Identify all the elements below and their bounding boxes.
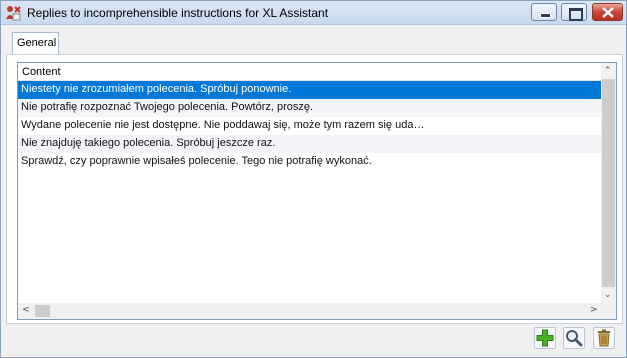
title-bar[interactable]: Replies to incomprehensible instructions… [1, 1, 626, 25]
list-item[interactable]: Wydane polecenie nie jest dostępne. Nie … [18, 117, 601, 135]
app-icon [4, 4, 22, 22]
maximize-button[interactable] [561, 3, 587, 21]
scrollbar-corner [601, 303, 616, 319]
horizontal-scroll-thumb[interactable] [35, 305, 50, 317]
dialog-window: Replies to incomprehensible instructions… [0, 0, 627, 358]
content-list[interactable]: Content Niestety nie zrozumiałem polecen… [17, 62, 617, 320]
view-button[interactable] [563, 327, 585, 349]
tab-general[interactable]: General [12, 32, 59, 55]
minimize-button[interactable] [531, 3, 557, 21]
list-rows: Niestety nie zrozumiałem polecenia. Spró… [18, 81, 601, 171]
vertical-scroll-thumb[interactable] [602, 79, 615, 287]
horizontal-scrollbar[interactable]: < > [18, 303, 601, 319]
add-button[interactable] [534, 327, 556, 349]
list-item[interactable]: Sprawdź, czy poprawnie wpisałeś poleceni… [18, 153, 601, 171]
close-icon [602, 7, 614, 18]
scroll-right-icon[interactable]: > [590, 306, 598, 315]
scroll-up-icon[interactable]: ⌃ [604, 67, 612, 76]
list-item[interactable]: Nie znajduję takiego polecenia. Spróbuj … [18, 135, 601, 153]
delete-button[interactable] [593, 327, 615, 349]
trash-icon [598, 329, 610, 347]
column-header-content[interactable]: Content [18, 63, 601, 81]
plus-icon [536, 329, 554, 347]
vertical-scrollbar[interactable]: ⌃ ⌄ [601, 63, 616, 303]
list-item[interactable]: Niestety nie zrozumiałem polecenia. Spró… [18, 81, 601, 99]
window-title: Replies to incomprehensible instructions… [27, 6, 329, 20]
close-button[interactable] [592, 3, 623, 21]
scroll-down-icon[interactable]: ⌄ [604, 291, 612, 300]
list-item[interactable]: Nie potrafię rozpoznać Twojego polecenia… [18, 99, 601, 117]
magnifier-icon [566, 330, 583, 347]
scroll-left-icon[interactable]: < [22, 306, 30, 315]
